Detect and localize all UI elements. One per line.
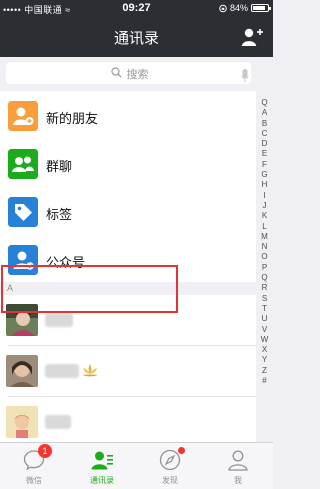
status-bar: ••••• 中国联通 ≈ 09:27 84% (0, 0, 273, 18)
index-letter[interactable]: T (256, 304, 273, 314)
status-right: 84% (219, 3, 271, 13)
contact-avatar (6, 355, 38, 387)
index-letter[interactable]: L (256, 222, 273, 232)
index-letter[interactable]: H (256, 180, 273, 190)
tab-chats[interactable]: 1 微信 (0, 443, 68, 489)
index-letter[interactable]: N (256, 242, 273, 252)
contact-name-blurred (45, 313, 73, 327)
index-letter[interactable]: J (256, 201, 273, 211)
top-bar: ••••• 中国联通 ≈ 09:27 84% 通讯录 (0, 0, 273, 57)
index-letter[interactable]: I (256, 191, 273, 201)
index-letter[interactable]: Y (256, 355, 273, 365)
index-letter[interactable]: Z (256, 366, 273, 376)
tab-label-chats: 微信 (26, 476, 42, 485)
search-input[interactable]: 搜索 (6, 62, 251, 84)
tab-contacts[interactable]: 通讯录 (68, 443, 136, 489)
new-dot-badge (178, 447, 185, 454)
add-friend-icon (8, 101, 38, 131)
menu-label-group-chats: 群聊 (46, 159, 73, 174)
page-title: 通讯录 (113, 30, 159, 47)
tab-discover[interactable]: 发现 (136, 443, 204, 489)
tab-label-contacts: 通讯录 (90, 476, 114, 485)
unread-badge: 1 (38, 444, 52, 458)
index-letter[interactable]: W (256, 335, 273, 345)
menu-item-new-friends[interactable]: 新的朋友 (0, 91, 256, 142)
menu-item-tags[interactable]: 标签 (0, 187, 256, 238)
index-letter[interactable]: U (256, 314, 273, 324)
index-letter[interactable]: P (256, 263, 273, 273)
index-letter[interactable]: S (256, 294, 273, 304)
index-letter[interactable]: Q (256, 98, 273, 108)
index-letter[interactable]: G (256, 170, 273, 180)
search-area: 搜索 (0, 57, 273, 91)
tab-bar: 1 微信 通讯录 发现 我 (0, 442, 273, 489)
tab-label-discover: 发现 (162, 476, 178, 485)
contact-row[interactable] (0, 346, 256, 397)
battery-percent: 84% (229, 3, 248, 13)
index-letter[interactable]: A (256, 108, 273, 118)
index-letter[interactable]: B (256, 119, 273, 129)
index-letter[interactable]: # (256, 376, 273, 386)
tab-me[interactable]: 我 (204, 443, 272, 489)
alphabet-index[interactable]: Q A B C D E F G H I J K L M N O P Q R S T U V W X Y Z # (256, 98, 273, 386)
highlight-box (1, 265, 178, 313)
index-letter[interactable]: M (256, 232, 273, 242)
index-letter[interactable]: F (256, 160, 273, 170)
index-letter[interactable]: O (256, 252, 273, 262)
index-letter[interactable]: R (256, 283, 273, 293)
menu-label-new-friends: 新的朋友 (46, 111, 99, 126)
tab-label-me: 我 (234, 476, 242, 485)
index-letter[interactable]: D (256, 139, 273, 149)
contacts-icon (91, 451, 113, 470)
search-placeholder: 搜索 (126, 69, 149, 81)
menu-item-group-chats[interactable]: 群聊 (0, 139, 256, 190)
tag-icon (8, 197, 38, 227)
contact-row[interactable] (0, 397, 256, 442)
contact-name-blurred (45, 415, 71, 429)
microphone-icon[interactable] (241, 69, 249, 83)
battery-icon (251, 4, 271, 12)
add-contact-icon[interactable] (241, 27, 263, 47)
index-letter[interactable]: C (256, 129, 273, 139)
index-letter[interactable]: K (256, 211, 273, 221)
index-letter[interactable]: E (256, 149, 273, 159)
lotus-emoji-icon (82, 364, 98, 377)
index-letter[interactable]: Q (256, 273, 273, 283)
menu-label-tags: 标签 (46, 207, 73, 222)
contact-avatar (6, 406, 38, 438)
person-icon (228, 450, 248, 471)
index-letter[interactable]: X (256, 345, 273, 355)
lock-rotation-icon (219, 4, 227, 12)
index-letter[interactable]: V (256, 325, 273, 335)
contact-name-blurred (45, 364, 79, 378)
group-chat-icon (8, 149, 38, 179)
